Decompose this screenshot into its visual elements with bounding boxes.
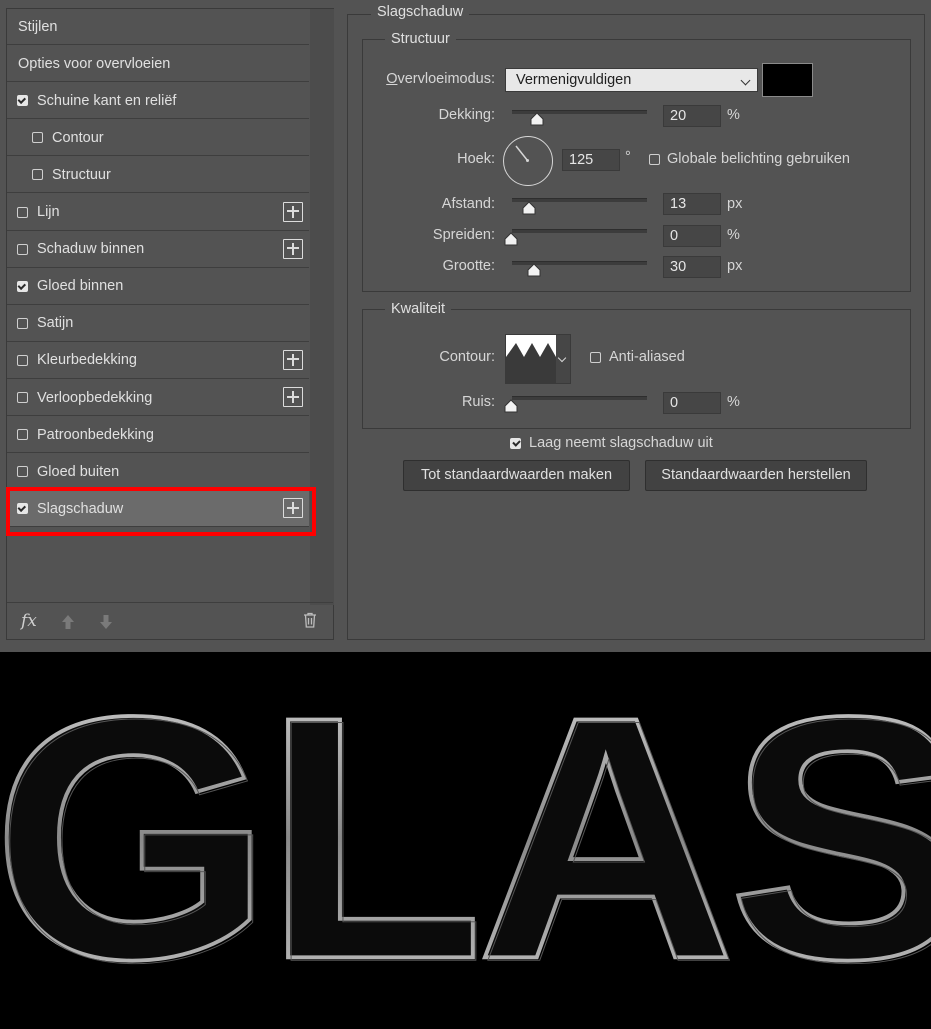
spread-input[interactable]: 0 [663,225,721,247]
glass-text-preview: GLAS GLAS [0,643,931,1029]
style-item-label: Satijn [37,315,74,332]
style-item-checkbox[interactable] [17,466,28,478]
distance-unit: px [727,196,743,212]
size-unit: px [727,258,743,274]
style-item-contour[interactable]: Contour [7,120,309,157]
style-item-schuine-kant-en-reli-f[interactable]: Schuine kant en reliëf [7,83,309,120]
add-effect-icon[interactable] [283,201,303,222]
styles-list-toolbar: fx [7,602,333,639]
anti-aliased-label: Anti-aliased [609,349,685,365]
contour-label: Contour: [439,349,495,365]
fx-icon[interactable]: fx [21,611,37,631]
blend-mode-select[interactable]: Vermenigvuldigen [505,68,758,92]
style-item-label: Gloed binnen [37,278,124,295]
opacity-slider-thumb[interactable] [530,112,544,126]
global-light-label: Globale belichting gebruiken [667,151,850,167]
style-item-verloopbedekking[interactable]: Verloopbedekking [7,380,309,416]
spread-slider[interactable] [512,229,647,233]
noise-unit: % [727,394,740,410]
angle-dial-needle [515,145,529,162]
style-item-label: Contour [52,129,104,146]
style-item-label: Schaduw binnen [37,241,145,258]
style-item-checkbox[interactable] [32,169,43,181]
anti-aliased-checkbox[interactable] [590,352,601,363]
styles-list-panel: Stijlen Opties voor overvloeien Schuine ka… [6,8,334,640]
structuur-title: Structuur [385,31,456,47]
style-item-opties-voor-overvloeien[interactable]: Opties voor overvloeien [7,46,309,83]
style-item-label: Patroonbedekking [37,426,154,443]
size-input[interactable]: 30 [663,256,721,278]
layer-style-dialog: Stijlen Opties voor overvloeien Schuine ka… [0,0,931,652]
add-effect-icon[interactable] [283,238,303,259]
blend-mode-label: Overvloeimodus: [386,71,495,87]
kwaliteit-group [362,309,911,429]
distance-slider-thumb[interactable] [522,201,536,215]
style-item-stijlen[interactable]: Stijlen [7,9,309,45]
style-item-checkbox[interactable] [17,95,28,107]
style-item-label: Gloed buiten [37,463,120,480]
make-default-button[interactable]: Tot standaardwaarden maken [403,460,630,491]
style-item-label: Verloopbedekking [37,389,153,406]
style-item-checkbox[interactable] [17,280,28,292]
move-down-icon[interactable] [99,614,113,630]
contour-chevron-icon [557,353,567,363]
size-slider-thumb[interactable] [527,263,541,277]
trash-icon[interactable] [303,612,317,628]
reset-default-button[interactable]: Standaardwaarden herstellen [645,460,867,491]
distance-input[interactable]: 13 [663,193,721,215]
add-effect-icon[interactable] [283,387,303,407]
knockout-checkbox[interactable] [510,438,521,449]
noise-slider-thumb[interactable] [504,399,518,413]
global-light-checkbox[interactable] [649,154,660,165]
glass-text-inner-highlight: GLAS [0,652,931,1024]
contour-preview [506,335,556,383]
size-label: Grootte: [442,258,495,274]
style-item-checkbox[interactable] [17,392,28,403]
shadow-color-swatch[interactable] [762,63,813,97]
selection-highlight [6,487,316,536]
style-item-checkbox[interactable] [17,429,28,441]
chevron-down-icon [740,75,751,86]
spread-label: Spreiden: [432,227,495,243]
style-item-satijn[interactable]: Satijn [7,306,309,342]
noise-label: Ruis: [461,394,495,410]
distance-label: Afstand: [441,196,495,212]
panel-title: Slagschaduw [371,4,470,20]
kwaliteit-title: Kwaliteit [385,301,451,317]
style-item-patroonbedekking[interactable]: Patroonbedekking [7,417,309,454]
style-item-label: Stijlen [18,18,58,35]
angle-input[interactable]: 125 [562,149,620,171]
style-item-schaduw-binnen[interactable]: Schaduw binnen [7,232,309,268]
style-item-checkbox[interactable] [17,354,28,366]
style-item-structuur[interactable]: Structuur [7,157,309,194]
style-item-kleurbedekking[interactable]: Kleurbedekking [7,343,309,379]
style-item-checkbox[interactable] [17,243,28,255]
glass-text-artwork: GLAS GLAS [0,643,931,1029]
style-item-gloed-buiten[interactable]: Gloed buiten [7,454,309,491]
style-item-label: Structuur [52,166,111,183]
style-item-label: Opties voor overvloeien [18,55,171,72]
opacity-label: Dekking: [438,107,495,123]
angle-dial[interactable] [503,136,553,186]
style-item-gloed-binnen[interactable]: Gloed binnen [7,269,309,305]
style-item-lijn[interactable]: Lijn [7,195,309,231]
style-item-label: Schuine kant en reliëf [37,92,177,109]
style-item-checkbox[interactable] [32,132,43,144]
style-item-checkbox[interactable] [17,317,28,329]
opacity-input[interactable]: 20 [663,105,721,127]
style-item-label: Lijn [37,204,60,220]
contour-picker[interactable] [505,334,571,384]
opacity-unit: % [727,107,740,123]
knockout-label: Laag neemt slagschaduw uit [529,435,713,451]
style-item-label: Kleurbedekking [37,352,137,369]
spread-unit: % [727,227,740,243]
add-effect-icon[interactable] [283,349,303,370]
style-item-checkbox[interactable] [17,206,28,218]
angle-unit: ° [625,149,631,165]
noise-slider[interactable] [512,396,647,400]
angle-label: Hoek: [457,151,495,167]
move-up-icon[interactable] [61,614,75,630]
spread-slider-thumb[interactable] [504,232,518,246]
noise-input[interactable]: 0 [663,392,721,414]
